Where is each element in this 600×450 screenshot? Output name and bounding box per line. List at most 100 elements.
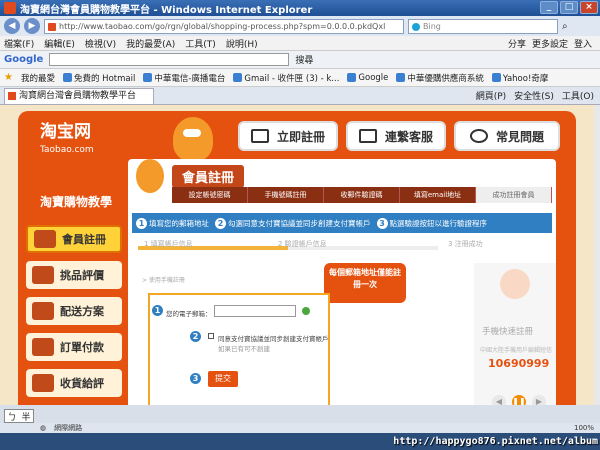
step-number: 2 (190, 331, 201, 342)
register-now-button[interactable]: 立即註冊 (238, 121, 338, 151)
close-button[interactable]: × (580, 1, 598, 14)
instruction-2: 2 勾選同意支付寶協議並同步創建支付寶帳戶 (215, 217, 371, 229)
signup-progress: 1 填寫帳戶信息 2 驗證帳戶信息 3 注冊成功 (138, 240, 548, 255)
fav-item[interactable]: 免費的 Hotmail (62, 72, 135, 84)
url-input[interactable]: http://www.taobao.com/go/rgn/global/shop… (44, 18, 404, 34)
google-toolbar: Google 搜尋 (0, 51, 600, 69)
cmd-page[interactable]: 網頁(P) (476, 89, 506, 102)
agree-text[interactable]: 同意支付寶協議並同步創建支付寶帳戶 (218, 333, 329, 343)
pause-icon[interactable]: ❚❚ (512, 395, 526, 405)
zoom-level[interactable]: 100% (574, 424, 594, 432)
instruction-bar: 1 填寫您的郵箱地址 2 勾選同意支付寶協議並同步創建支付寶帳戶 3 點選驗證按鈕以進… (132, 213, 552, 233)
page-icon (347, 73, 357, 82)
box-icon (32, 374, 54, 392)
menu-view[interactable]: 檢視(V) (85, 37, 116, 50)
google-search-input[interactable] (49, 53, 290, 66)
sidebar-item-receive-rate[interactable]: 收貨給評 (26, 369, 122, 397)
share-button[interactable]: 分享 (508, 37, 526, 50)
mascot-icon (136, 159, 164, 193)
fav-item[interactable]: 中華電信-廣播電台 (143, 72, 225, 84)
search-icon[interactable]: ⌕ (562, 21, 568, 32)
menu-edit[interactable]: 編輯(E) (44, 37, 75, 50)
step-item[interactable]: 設定帳號密碼 (172, 187, 248, 203)
favorites-label[interactable]: 我的最愛 (21, 72, 55, 84)
sidebar-title: 淘寶購物教學 (39, 195, 112, 209)
steps-bar: 設定帳號密碼 手機號碼註冊 收郵件驗證碼 填寫email地址 成功註冊會員 (172, 187, 552, 203)
fav-item[interactable]: Gmail - 收件匣 (3) - k... (233, 72, 339, 84)
mobile-register-sub: 中國大陸手機用戶編輯短信 (480, 347, 553, 354)
mobile-register-label[interactable]: 手機快速註冊 (482, 325, 533, 337)
progress-label: 2 驗證帳戶信息 (278, 240, 327, 248)
mobile-register-link[interactable]: > 使用手機註冊 (142, 275, 185, 284)
zone-label: 網際網路 (54, 424, 83, 432)
sidebar-item-register[interactable]: 會員註冊 (26, 225, 122, 253)
page-icon (491, 73, 501, 82)
slide-pager: ◀ ❚❚ ▶ (492, 395, 546, 405)
instruction-1: 1 填寫您的郵箱地址 (136, 217, 209, 229)
minimize-button[interactable]: _ (540, 1, 558, 14)
vertical-scrollbar[interactable] (594, 105, 600, 405)
menu-help[interactable]: 說明(H) (226, 37, 258, 50)
sidebar-item-delivery[interactable]: 配送方案 (26, 297, 122, 325)
card-icon (34, 230, 56, 248)
registration-panel: 會員註冊 設定帳號密碼 手機號碼註冊 收郵件驗證碼 填寫email地址 成功註冊… (128, 159, 556, 405)
fav-item[interactable]: Yahoo!奇摩 (491, 72, 548, 84)
globe-icon: ◍ (40, 424, 47, 432)
more-settings-button[interactable]: 更多設定 (532, 37, 568, 50)
back-button[interactable]: ◀ (4, 18, 20, 34)
prev-icon[interactable]: ◀ (492, 395, 506, 405)
window-controls: _ □ × (540, 1, 598, 14)
ime-indicator[interactable]: ㄅ 半 (4, 409, 34, 423)
panel-title: 會員註冊 (172, 165, 245, 188)
contact-service-button[interactable]: 連繫客服 (346, 121, 446, 151)
google-search-button[interactable]: 搜尋 (295, 53, 313, 66)
taobao-logo[interactable]: 淘宝网 Taobao.com (40, 123, 94, 159)
signin-button[interactable]: 登入 (574, 37, 592, 50)
maximize-button[interactable]: □ (560, 1, 578, 14)
phone-icon (500, 269, 530, 299)
cart-icon (32, 338, 54, 356)
step-item[interactable]: 成功註冊會員 (476, 187, 552, 203)
step-item[interactable]: 收郵件驗證碼 (324, 187, 400, 203)
callout-note: 每個郵箱地址僅能註冊一次 (324, 263, 406, 303)
bing-search-input[interactable]: Bing (408, 18, 558, 34)
star-icon: ★ (4, 72, 13, 83)
email-label: 您的電子郵箱： (166, 310, 212, 318)
page-icon (396, 73, 406, 82)
page-icon (233, 73, 243, 82)
step-number: 3 (190, 373, 201, 384)
mascot-icon (173, 117, 213, 161)
ie-icon (4, 2, 16, 14)
mobile-register-box: 手機快速註冊 中國大陸手機用戶編輯短信 10690999 (474, 263, 556, 405)
menu-tools[interactable]: 工具(T) (185, 37, 216, 50)
email-form: 1 您的電子郵箱： 2 同意支付寶協議並同步創建支付寶帳戶 如果已有可不創建 3… (148, 293, 330, 405)
step-item[interactable]: 手機號碼註冊 (248, 187, 324, 203)
faq-button[interactable]: 常見問題 (454, 121, 560, 151)
next-icon[interactable]: ▶ (532, 395, 546, 405)
progress-label: 1 填寫帳戶信息 (144, 240, 193, 248)
status-bar: ◍ 網際網路 100% (0, 423, 600, 433)
sidebar-item-pick-review[interactable]: 挑品評價 (26, 261, 122, 289)
address-bar: ◀ ▶ http://www.taobao.com/go/rgn/global/… (0, 16, 600, 36)
menu-file[interactable]: 檔案(F) (4, 37, 34, 50)
id-card-icon (250, 129, 269, 143)
menu-bar: 檔案(F) 編輯(E) 檢視(V) 我的最愛(A) 工具(T) 說明(H) 分享… (0, 36, 600, 51)
question-icon (469, 129, 488, 143)
fav-item[interactable]: Google (347, 73, 388, 83)
step-item[interactable]: 填寫email地址 (400, 187, 476, 203)
tab-taobao[interactable]: 淘寶網台灣會員購物教學平台 (4, 87, 154, 104)
sidebar-item-order-pay[interactable]: 訂單付款 (26, 333, 122, 361)
submit-button[interactable]: 提交 (208, 371, 238, 387)
page-icon (143, 73, 153, 82)
cmd-tools[interactable]: 工具(O) (562, 89, 594, 102)
menu-favorites[interactable]: 我的最愛(A) (126, 37, 175, 50)
window-title: 淘寶網台灣會員購物教學平台 - Windows Internet Explore… (20, 4, 313, 16)
agree-checkbox[interactable] (208, 333, 214, 339)
email-field[interactable] (214, 305, 296, 317)
fav-item[interactable]: 中華優購供應商系統 (396, 72, 484, 84)
google-logo: Google (4, 54, 44, 65)
cmd-safety[interactable]: 安全性(S) (514, 89, 554, 102)
forward-button[interactable]: ▶ (24, 18, 40, 34)
page-icon (62, 73, 72, 82)
page-content: 淘宝网 Taobao.com 立即註冊 連繫客服 常見問題 淘寶購物教學 會員註… (0, 105, 594, 405)
